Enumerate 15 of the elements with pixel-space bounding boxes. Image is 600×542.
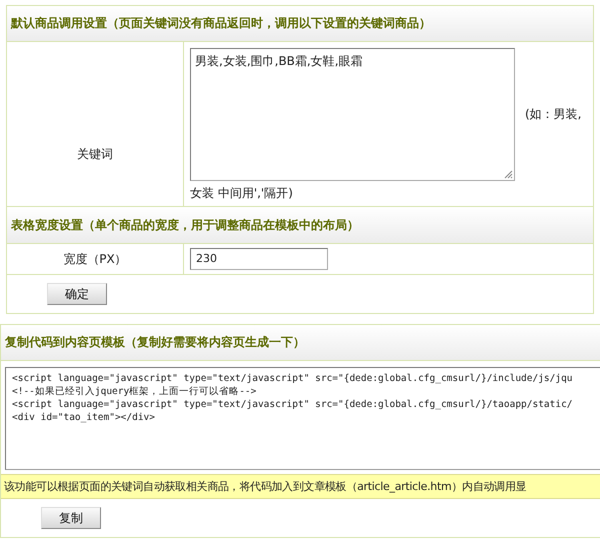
hint-text: (如：男装, — [525, 106, 582, 123]
code-line: <!--如果已经引入jquery框架，上面一行可以省略--> — [12, 385, 258, 398]
keywords-field[interactable]: 男装,女装,围巾,BB霜,女鞋,眼霜 — [190, 48, 515, 181]
code-field[interactable] — [5, 367, 600, 470]
code-line: <div id="tao_item"></div> — [12, 411, 156, 424]
field-label: 宽度（PX） — [63, 250, 127, 268]
confirm-button[interactable]: 确定 — [47, 283, 107, 305]
copy-button[interactable]: 复制 — [41, 507, 101, 529]
field-label: 关键词 — [77, 146, 113, 162]
resize-grip-icon[interactable] — [504, 170, 513, 179]
info-note: 该功能可以根据页面的关键词自动获取相关商品，将代码加入到文章模板（article_article.htm）内自动调用显 — [1, 474, 600, 499]
code-line: <script language="javascript" type="text/javascript" src="{dede:global.cfg_cmsurl/}/include/js/jqu — [12, 372, 574, 385]
hint-text: 女装 中间用','隔开) — [190, 185, 293, 202]
code-line: <script language="javascript" type="text/javascript" src="{dede:global.cfg_cmsurl/}/taoapp/static/ — [12, 398, 574, 411]
width-input-field[interactable]: 230 — [190, 248, 328, 270]
